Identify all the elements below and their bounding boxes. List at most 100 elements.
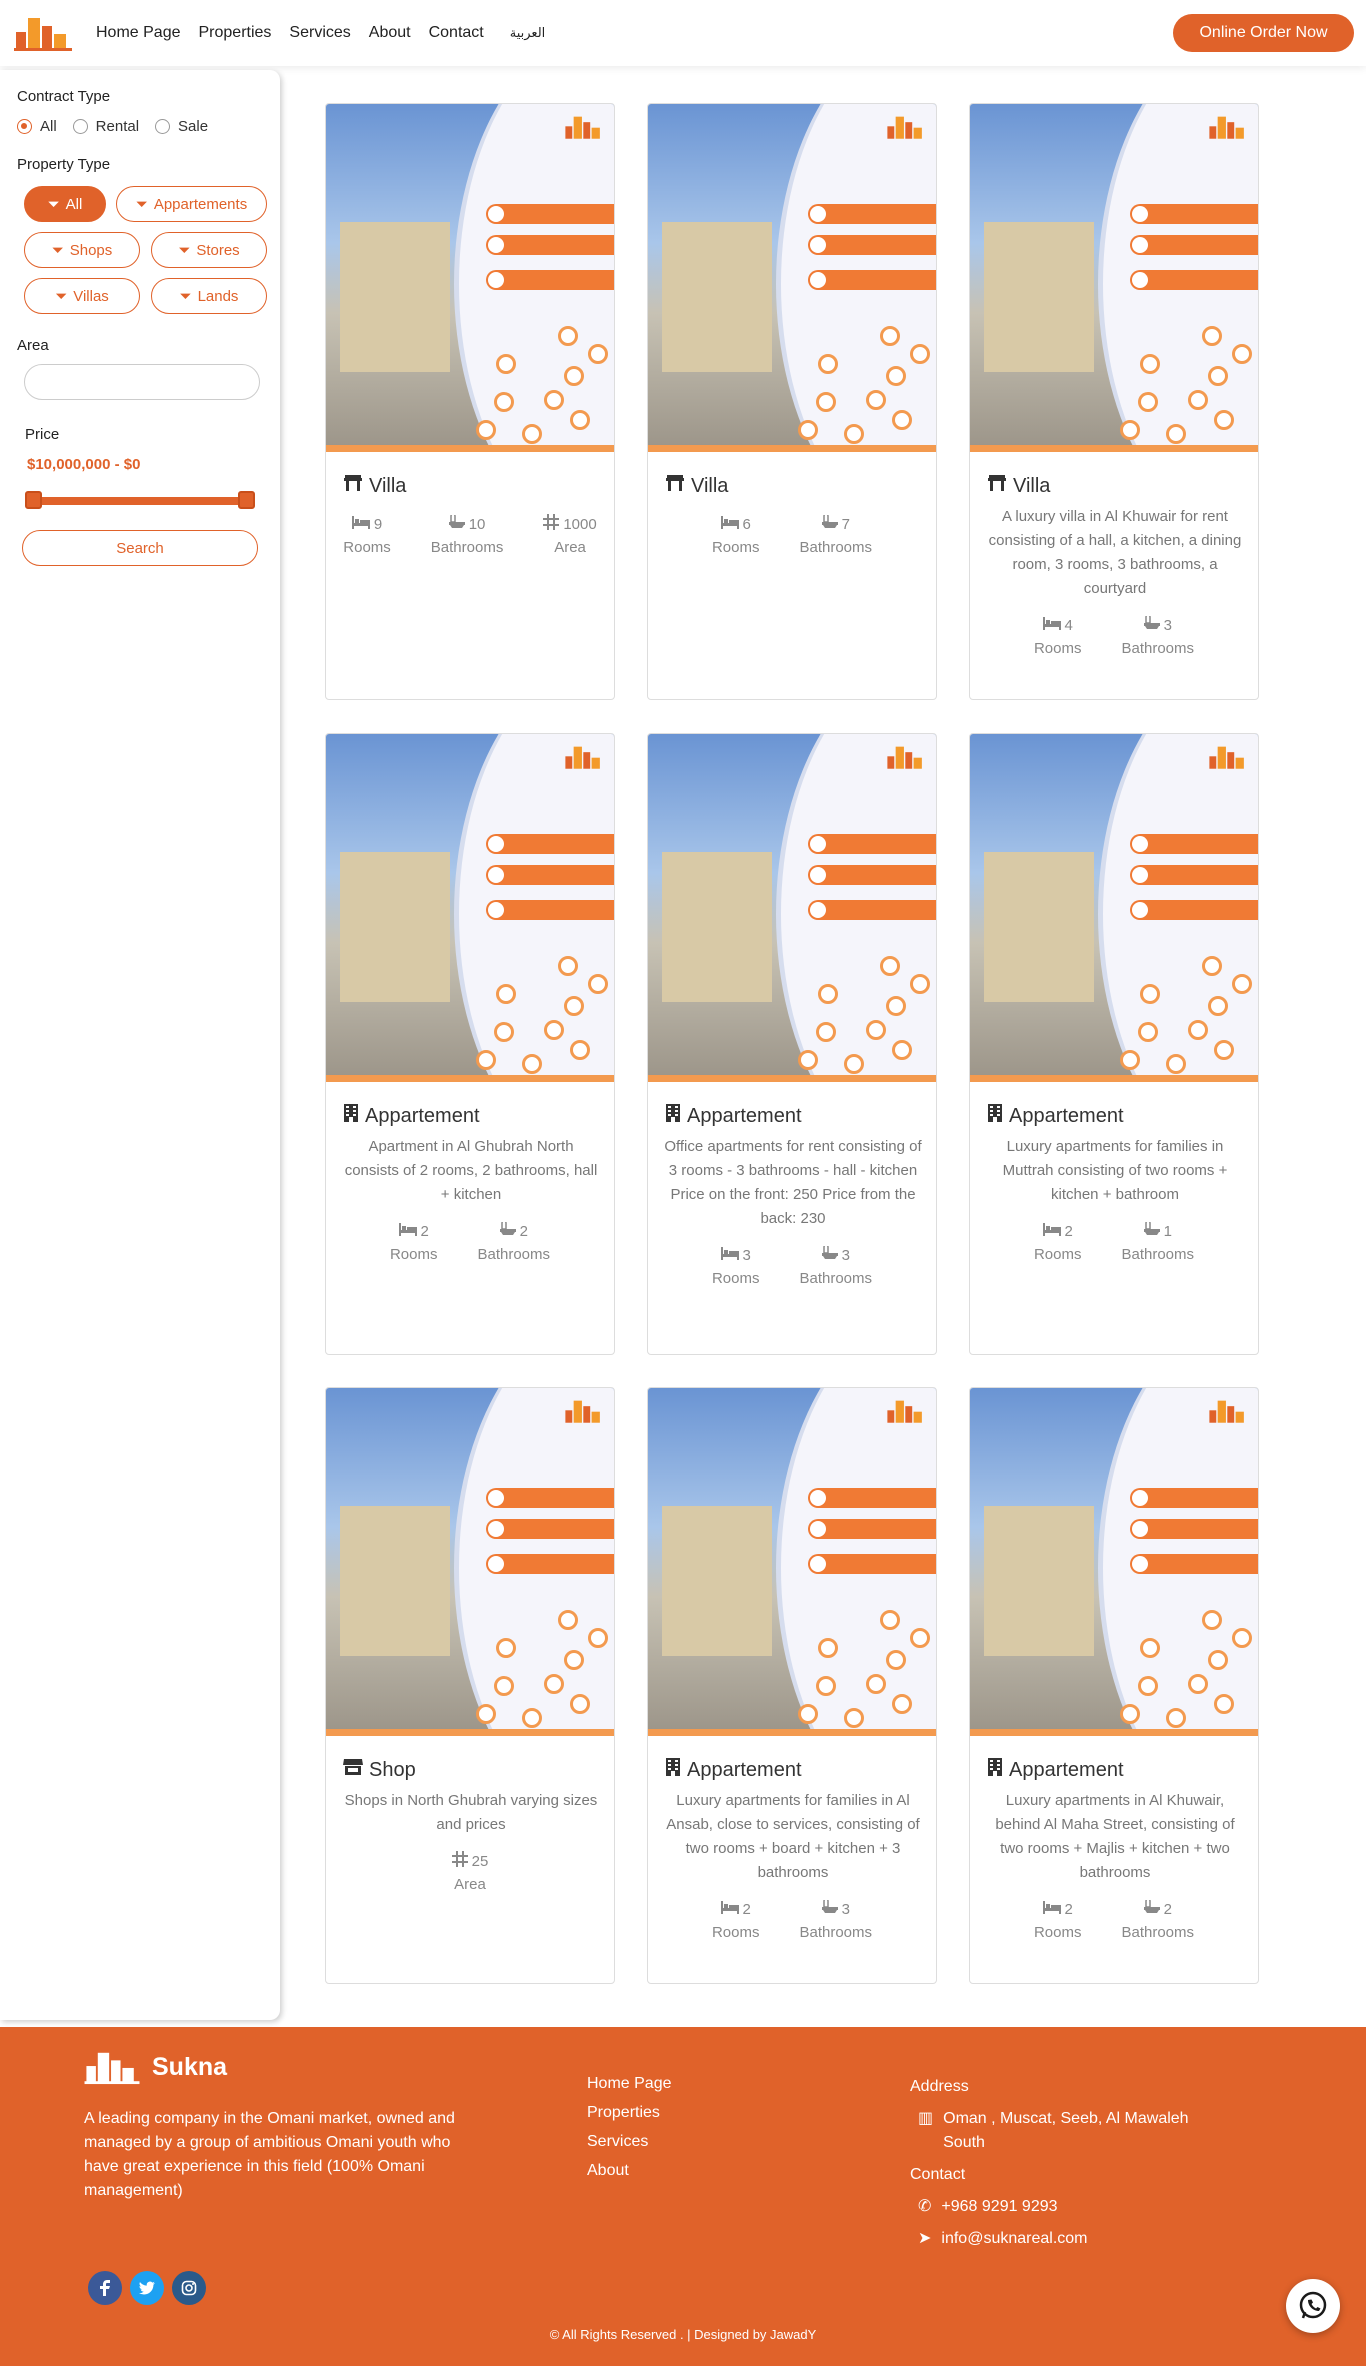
card-title[interactable]: Villa <box>987 474 1050 498</box>
online-order-button[interactable]: Online Order Now <box>1173 14 1354 52</box>
price-slider-min-handle[interactable] <box>25 491 42 509</box>
bath-icon <box>1143 1220 1160 1240</box>
property-card[interactable]: Appartement Apartment in Al Ghubrah North… <box>325 733 615 1355</box>
area-input[interactable] <box>24 364 260 400</box>
flyer-badge <box>798 1704 818 1724</box>
card-description: Apartment in Al Ghubrah North consists o… <box>344 1138 598 1203</box>
stat-value-row: 4 <box>1042 613 1073 637</box>
card-title[interactable]: Villa <box>665 474 728 498</box>
stat-area: 1000 Area <box>543 512 597 560</box>
whatsapp-icon[interactable] <box>1286 2279 1340 2333</box>
property-card[interactable]: Villa 6 Rooms 7 Bathrooms <box>647 103 937 700</box>
card-title[interactable]: Appartement <box>987 1758 1124 1782</box>
filter-icon: ⏷ <box>51 241 64 259</box>
flyer-badge <box>1232 344 1252 364</box>
radio-circle[interactable] <box>72 119 88 134</box>
price-slider-track[interactable] <box>28 497 254 505</box>
property-card[interactable]: Appartement Office apartments for rent co… <box>647 733 937 1355</box>
price-slider-max-handle[interactable] <box>238 491 255 509</box>
nav-language-arabic[interactable]: العربية <box>510 25 546 41</box>
card-title[interactable]: Appartement <box>665 1104 802 1128</box>
property-card[interactable]: Villa 9 Rooms 10 Bathrooms 1000 Area <box>325 103 615 700</box>
bath-icon <box>821 513 838 533</box>
nav-properties[interactable]: Properties <box>199 24 272 42</box>
chip-all[interactable]: ⏷ All <box>24 186 106 222</box>
stat-value-row: 3 <box>821 1243 850 1267</box>
nav-home[interactable]: Home Page <box>96 24 181 42</box>
stat-bathrooms: 3 Bathrooms <box>1121 613 1194 661</box>
property-photo[interactable] <box>648 1388 936 1736</box>
card-title-text: Appartement <box>1009 1104 1124 1127</box>
email-row[interactable]: ➤ info@suknareal.com <box>910 2227 1193 2251</box>
flyer-badge <box>886 1650 906 1670</box>
chip-lands[interactable]: ⏷ Lands <box>151 278 267 314</box>
photo-building <box>662 1506 772 1656</box>
footer-link-services[interactable]: Services <box>587 2133 672 2151</box>
flyer-badge <box>522 1708 542 1728</box>
flyer-badge <box>476 420 496 440</box>
footer-brand[interactable]: Sukna <box>84 2049 227 2085</box>
card-title[interactable]: Appartement <box>343 1104 480 1128</box>
property-photo[interactable] <box>326 104 614 452</box>
building-icon <box>987 1758 1003 1782</box>
flyer-badge <box>886 996 906 1016</box>
stat-rooms: 9 Rooms <box>343 512 391 560</box>
flyer-badge <box>1166 1708 1186 1728</box>
phone-row[interactable]: ✆ +968 9291 9293 <box>910 2195 1193 2219</box>
radio-circle[interactable] <box>17 119 32 134</box>
card-title[interactable]: Appartement <box>987 1104 1124 1128</box>
property-photo[interactable] <box>970 104 1258 452</box>
property-photo[interactable] <box>648 734 936 1082</box>
radio-rental[interactable]: Rental <box>72 118 139 135</box>
flyer-tag <box>486 1488 614 1508</box>
flyer-logo <box>887 1400 922 1423</box>
sukna-logo[interactable] <box>14 14 72 52</box>
chip-villas[interactable]: ⏷ Villas <box>24 278 140 314</box>
property-card[interactable]: Appartement Luxury apartments in Al Khuwa… <box>969 1387 1259 1984</box>
twitter-icon[interactable] <box>130 2271 164 2305</box>
property-card[interactable]: Villa A luxury villa in Al Khuwair for re… <box>969 103 1259 700</box>
nav-contact[interactable]: Contact <box>429 24 484 42</box>
nav-services[interactable]: Services <box>289 24 350 42</box>
stat-label: Bathrooms <box>799 1924 873 1941</box>
flyer-badge <box>892 410 912 430</box>
bed-icon <box>720 515 739 533</box>
footer-link-home[interactable]: Home Page <box>587 2075 672 2093</box>
property-photo[interactable] <box>970 734 1258 1082</box>
chip-appartements[interactable]: ⏷ Appartements <box>116 186 267 222</box>
social-links <box>88 2271 206 2305</box>
footer-link-about[interactable]: About <box>587 2162 672 2180</box>
property-photo[interactable] <box>326 734 614 1082</box>
nav-about[interactable]: About <box>369 24 411 42</box>
facebook-icon[interactable] <box>88 2271 122 2305</box>
property-photo[interactable] <box>970 1388 1258 1736</box>
flyer-logo <box>1209 116 1244 139</box>
stat-value-row: 9 <box>351 512 382 536</box>
radio-circle[interactable] <box>155 119 171 134</box>
property-card[interactable]: Appartement Luxury apartments for familie… <box>647 1387 937 1984</box>
property-card[interactable]: Appartement Luxury apartments for familie… <box>969 733 1259 1355</box>
radio-all[interactable]: All <box>17 118 57 135</box>
card-title[interactable]: Villa <box>343 474 406 498</box>
card-title[interactable]: Shop <box>343 1758 416 1782</box>
flyer-badge <box>1120 420 1140 440</box>
instagram-icon[interactable] <box>172 2271 206 2305</box>
flyer-badge <box>818 354 838 374</box>
stat-label: Rooms <box>1033 1246 1082 1263</box>
property-photo[interactable] <box>648 104 936 452</box>
chip-stores[interactable]: ⏷ Stores <box>151 232 267 268</box>
bed-icon <box>1042 1900 1061 1918</box>
stat-rooms: 2 Rooms <box>1033 1219 1082 1267</box>
flyer-badge <box>1202 1610 1222 1630</box>
stat-bathrooms: 3 Bathrooms <box>799 1243 872 1291</box>
property-card[interactable]: Shop Shops in North Ghubrah varying sizes… <box>325 1387 615 1984</box>
property-photo[interactable] <box>326 1388 614 1736</box>
radio-sale[interactable]: Sale <box>155 118 208 135</box>
footer-link-properties[interactable]: Properties <box>587 2104 672 2122</box>
search-button[interactable]: Search <box>22 530 258 566</box>
chip-shops[interactable]: ⏷ Shops <box>24 232 140 268</box>
stat-value-row: 1000 <box>543 512 597 536</box>
card-title[interactable]: Appartement <box>665 1758 802 1782</box>
stat-value: 1000 <box>563 515 597 533</box>
photo-building <box>984 1506 1094 1656</box>
